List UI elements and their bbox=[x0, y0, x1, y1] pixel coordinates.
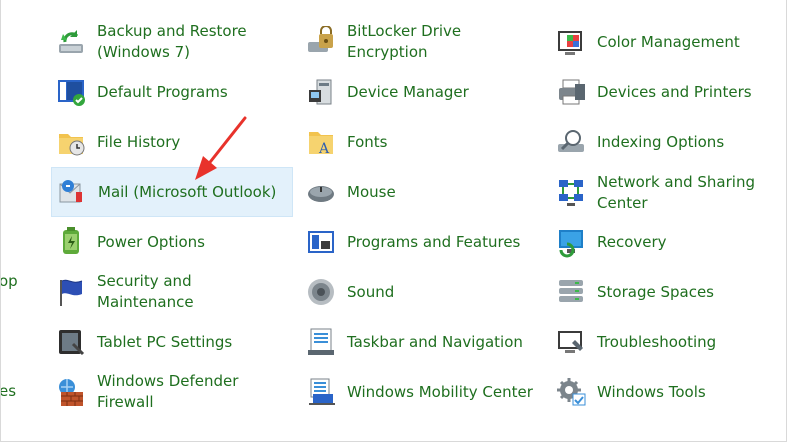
troubleshooting-icon bbox=[555, 326, 587, 358]
item-storage-spaces[interactable]: Storage Spaces bbox=[551, 268, 786, 316]
item-label: Security and Maintenance bbox=[97, 272, 194, 311]
network-icon bbox=[555, 176, 587, 208]
item-windows-tools[interactable]: Windows Tools bbox=[551, 368, 786, 416]
item-label: Sound bbox=[347, 282, 395, 301]
item-label: Devices and Printers bbox=[597, 82, 752, 101]
power-options-icon bbox=[55, 226, 87, 258]
windows-tools-icon bbox=[555, 376, 587, 408]
firewall-icon bbox=[55, 376, 87, 408]
fonts-folder-icon: A bbox=[305, 126, 337, 158]
item-mail-selected[interactable]: Mail (Microsoft Outlook) bbox=[51, 167, 293, 217]
item-label: Power Options bbox=[97, 232, 205, 251]
item-label: Tablet PC Settings bbox=[97, 332, 233, 351]
recovery-icon bbox=[555, 226, 587, 258]
truncated-label-left-2: es bbox=[0, 382, 17, 400]
item-label: Recovery bbox=[597, 232, 667, 251]
item-label: Mail (Microsoft Outlook) bbox=[98, 182, 277, 201]
item-windows-mobility-center[interactable]: Windows Mobility Center bbox=[301, 368, 541, 416]
item-label: Device Manager bbox=[347, 82, 469, 101]
item-label: Default Programs bbox=[97, 82, 228, 101]
control-panel-all-items: op es Backup and Restore (Windows 7) Def… bbox=[0, 0, 787, 442]
speaker-icon bbox=[305, 276, 337, 308]
item-network-sharing[interactable]: Network and Sharing Center bbox=[551, 168, 786, 218]
item-bitlocker[interactable]: BitLocker Drive Encryption bbox=[301, 18, 541, 66]
item-default-programs[interactable]: Default Programs bbox=[51, 68, 291, 116]
item-label: Programs and Features bbox=[347, 232, 521, 251]
truncated-label-left-1: op bbox=[0, 272, 18, 290]
item-indexing-options[interactable]: Indexing Options bbox=[551, 118, 786, 166]
item-color-management[interactable]: Color Management bbox=[551, 18, 786, 66]
item-label: Windows Mobility Center bbox=[347, 382, 533, 401]
mouse-icon bbox=[305, 176, 337, 208]
storage-spaces-icon bbox=[555, 276, 587, 308]
item-mouse[interactable]: Mouse bbox=[301, 168, 541, 216]
item-file-history[interactable]: File History bbox=[51, 118, 291, 166]
item-label: Windows Tools bbox=[597, 382, 706, 401]
tablet-icon bbox=[55, 326, 87, 358]
item-recovery[interactable]: Recovery bbox=[551, 218, 786, 266]
item-power-options[interactable]: Power Options bbox=[51, 218, 291, 266]
item-label: Mouse bbox=[347, 182, 396, 201]
default-programs-icon bbox=[55, 76, 87, 108]
item-windows-defender-firewall[interactable]: Windows Defender Firewall bbox=[51, 368, 291, 416]
svg-text:A: A bbox=[318, 141, 330, 157]
item-label: Color Management bbox=[597, 32, 740, 51]
item-device-manager[interactable]: Device Manager bbox=[301, 68, 541, 116]
item-tablet-pc-settings[interactable]: Tablet PC Settings bbox=[51, 318, 291, 366]
security-flag-icon bbox=[55, 276, 87, 308]
item-label: Backup and Restore (Windows 7) bbox=[97, 22, 247, 61]
item-label: Troubleshooting bbox=[597, 332, 717, 351]
backup-restore-icon bbox=[55, 26, 87, 58]
bitlocker-icon bbox=[305, 26, 337, 58]
item-taskbar-navigation[interactable]: Taskbar and Navigation bbox=[301, 318, 541, 366]
item-security-maintenance[interactable]: Security and Maintenance bbox=[51, 268, 291, 316]
item-troubleshooting[interactable]: Troubleshooting bbox=[551, 318, 786, 366]
item-sound[interactable]: Sound bbox=[301, 268, 541, 316]
item-label: Storage Spaces bbox=[597, 282, 714, 301]
item-fonts[interactable]: A Fonts bbox=[301, 118, 541, 166]
item-devices-printers[interactable]: Devices and Printers bbox=[551, 68, 786, 116]
item-label: Windows Defender Firewall bbox=[97, 372, 239, 411]
item-backup-restore[interactable]: Backup and Restore (Windows 7) bbox=[51, 18, 291, 66]
mail-icon bbox=[56, 176, 88, 208]
item-programs-features[interactable]: Programs and Features bbox=[301, 218, 541, 266]
item-label: File History bbox=[97, 132, 181, 151]
file-history-icon bbox=[55, 126, 87, 158]
color-management-icon bbox=[555, 26, 587, 58]
item-label: Fonts bbox=[347, 132, 388, 151]
item-label: Taskbar and Navigation bbox=[347, 332, 523, 351]
printer-icon bbox=[555, 76, 587, 108]
programs-features-icon bbox=[305, 226, 337, 258]
indexing-icon bbox=[555, 126, 587, 158]
device-manager-icon bbox=[305, 76, 337, 108]
item-label: Indexing Options bbox=[597, 132, 725, 151]
item-label: BitLocker Drive Encryption bbox=[347, 22, 462, 61]
item-label: Network and Sharing Center bbox=[597, 173, 755, 212]
mobility-center-icon bbox=[305, 376, 337, 408]
taskbar-icon bbox=[305, 326, 337, 358]
